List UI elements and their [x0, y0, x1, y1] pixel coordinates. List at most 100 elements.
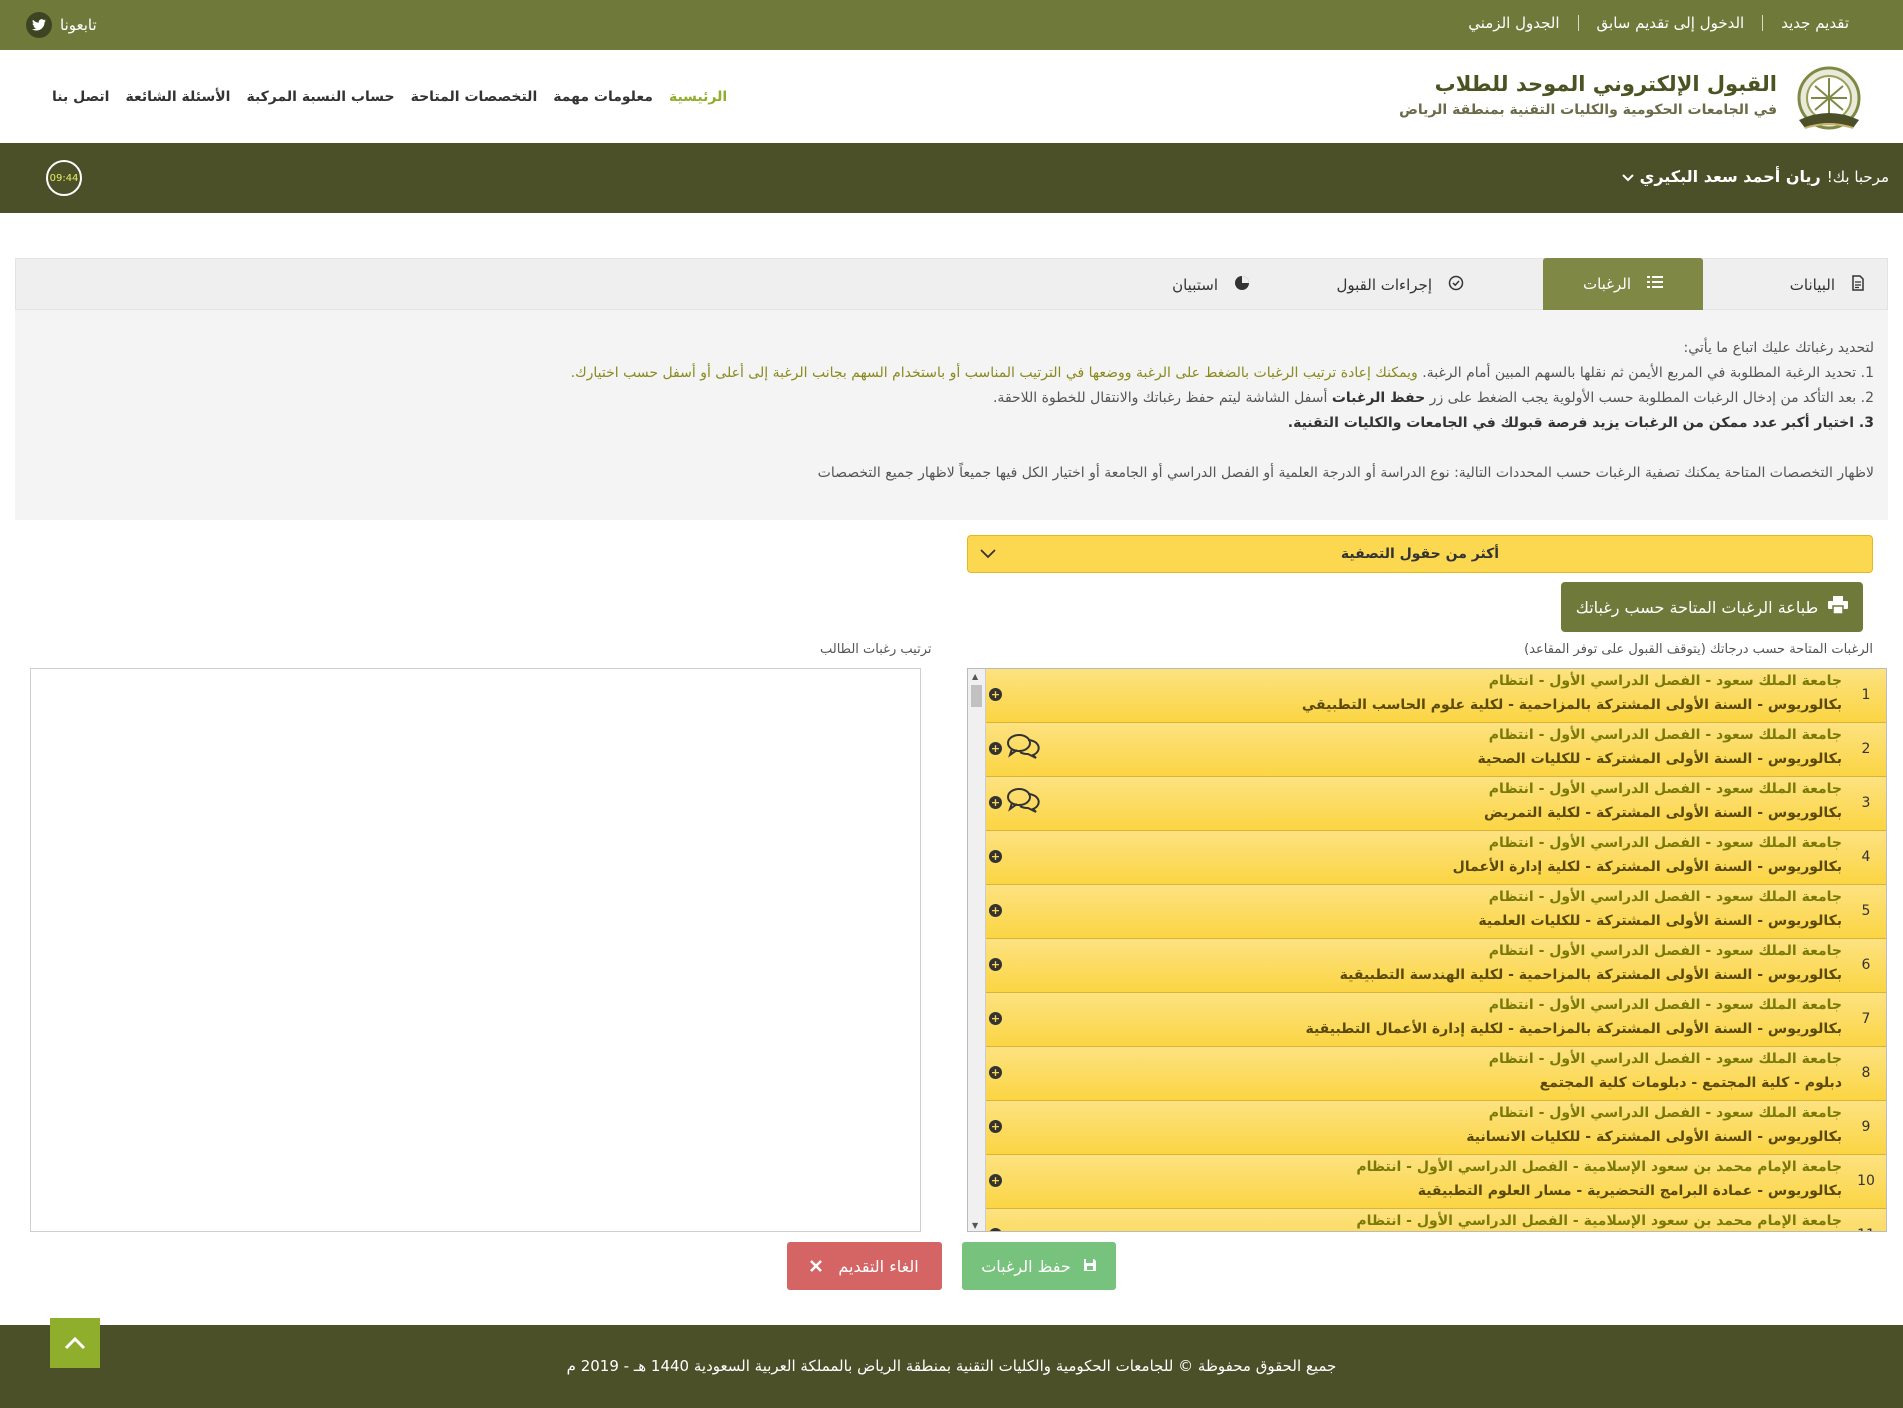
add-wish-icon[interactable]: +: [989, 1120, 1002, 1133]
wish-program: دبلوم - كلية المجتمع - دبلومات كلية المج…: [1539, 1075, 1842, 1091]
site-logo[interactable]: [1787, 62, 1871, 142]
scroll-up-icon[interactable]: ▲: [972, 672, 978, 681]
wish-number: 7: [1861, 1011, 1871, 1027]
wish-row[interactable]: 4 جامعة الملك سعود - الفصل الدراسي الأول …: [986, 831, 1886, 885]
add-wish-icon[interactable]: +: [989, 796, 1002, 809]
wish-row[interactable]: 3 جامعة الملك سعود - الفصل الدراسي الأول …: [986, 777, 1886, 831]
wish-number: 5: [1861, 903, 1871, 919]
wish-program: بكالوريوس - السنة الأولى المشتركة - لكلي…: [1484, 805, 1842, 821]
user-menu[interactable]: مرحبا بك! ريان أحمد سعد البكيري: [1621, 167, 1889, 186]
step-2-text: 2. بعد التأكد من إدخال الرغبات المطلوبة …: [1425, 390, 1874, 406]
nav-contact[interactable]: اتصل بنا: [52, 89, 109, 105]
printer-icon: [1828, 596, 1849, 618]
brand-title: القبول الإلكتروني الموحد للطلاب في الجام…: [1399, 72, 1777, 118]
list-icon: [1647, 275, 1664, 293]
site-subtitle: في الجامعات الحكومية والكليات التقنية بم…: [1399, 102, 1777, 118]
wish-university: جامعة الملك سعود - الفصل الدراسي الأول -…: [1488, 1105, 1842, 1121]
wish-row[interactable]: 10 جامعة الإمام محمد بن سعود الإسلامية - …: [986, 1155, 1886, 1209]
previous-application-link[interactable]: الدخول إلى تقديم سابق: [1597, 14, 1745, 32]
top-bar: تقديم جديد الدخول إلى تقديم سابق الجدول …: [0, 0, 1903, 50]
close-icon: [810, 1257, 823, 1276]
scrollbar-thumb[interactable]: [971, 685, 982, 707]
add-wish-icon[interactable]: +: [989, 688, 1002, 701]
add-wish-icon[interactable]: +: [989, 958, 1002, 971]
scrollbar[interactable]: ▲ ▼: [968, 669, 986, 1231]
check-circle-icon: [1448, 275, 1464, 295]
tab-admission-procedures[interactable]: إجراءات القبول: [1337, 259, 1465, 311]
new-application-link[interactable]: تقديم جديد: [1781, 14, 1849, 32]
add-wish-icon[interactable]: +: [989, 742, 1002, 755]
site-title: القبول الإلكتروني الموحد للطلاب: [1434, 72, 1777, 96]
wish-program: بكالوريوس - السنة الأولى المشتركة - لكلي…: [1452, 859, 1842, 875]
wish-number: 6: [1861, 957, 1871, 973]
wish-row[interactable]: 2 جامعة الملك سعود - الفصل الدراسي الأول …: [986, 723, 1886, 777]
wish-university: جامعة الإمام محمد بن سعود الإسلامية - ال…: [1356, 1159, 1842, 1175]
wish-program: بكالوريوس - عمادة البرامج التحضيرية - مس…: [1417, 1183, 1842, 1199]
add-wish-icon[interactable]: +: [989, 1174, 1002, 1187]
add-wish-icon[interactable]: +: [989, 1228, 1002, 1231]
add-wish-icon[interactable]: +: [989, 1012, 1002, 1025]
nav-home[interactable]: الرئيسية: [669, 89, 727, 105]
wish-row[interactable]: 8 جامعة الملك سعود - الفصل الدراسي الأول …: [986, 1047, 1886, 1101]
wish-number: 8: [1861, 1065, 1871, 1081]
wish-row[interactable]: 6 جامعة الملك سعود - الفصل الدراسي الأول …: [986, 939, 1886, 993]
save-wishes-button[interactable]: حفظ الرغبات: [962, 1242, 1116, 1290]
filter-fields-dropdown[interactable]: أكثر من حقول التصفية: [967, 535, 1873, 573]
twitter-icon[interactable]: [26, 12, 52, 38]
student-ranking-label: ترتيب رغبات الطالب: [820, 642, 932, 657]
add-wish-icon[interactable]: +: [989, 904, 1002, 917]
timeline-link[interactable]: الجدول الزمني: [1468, 14, 1559, 32]
print-wishes-button[interactable]: طباعة الرغبات المتاحة حسب رغباتك: [1561, 582, 1863, 632]
wish-university: جامعة الإمام محمد بن سعود الإسلامية - ال…: [1356, 1213, 1842, 1229]
instructions-step-1: 1. تحديد الرغبة المطلوبة في المربع الأيم…: [29, 361, 1874, 386]
back-to-top-button[interactable]: [50, 1318, 100, 1368]
wish-number: 3: [1861, 795, 1871, 811]
tab-data[interactable]: البيانات: [1790, 259, 1865, 311]
wish-row[interactable]: 11 جامعة الإمام محمد بن سعود الإسلامية - …: [986, 1209, 1886, 1231]
wish-row[interactable]: 1 جامعة الملك سعود - الفصل الدراسي الأول …: [986, 669, 1886, 723]
wish-university: جامعة الملك سعود - الفصل الدراسي الأول -…: [1488, 781, 1842, 797]
wish-program: بكالوريوس - السنة الأولى المشتركة - للكل…: [1478, 913, 1842, 929]
scroll-down-icon[interactable]: ▼: [972, 1221, 978, 1230]
wish-university: جامعة الملك سعود - الفصل الدراسي الأول -…: [1488, 943, 1842, 959]
nav-important-info[interactable]: معلومات مهمة: [553, 89, 653, 105]
tab-data-label: البيانات: [1789, 276, 1835, 294]
tab-wishes[interactable]: الرغبات: [1543, 258, 1703, 310]
add-wish-icon[interactable]: +: [989, 1066, 1002, 1079]
step-2-rest: أسفل الشاشة ليتم حفظ رغباتك والانتقال لل…: [992, 390, 1332, 406]
save-wishes-label: حفظ الرغبات: [981, 1256, 1071, 1276]
tab-wishes-label: الرغبات: [1582, 275, 1632, 293]
wish-rows: 1 جامعة الملك سعود - الفصل الدراسي الأول …: [986, 669, 1886, 1231]
instructions-step-3: 3. اختيار أكبر عدد ممكن من الرغبات يزيد …: [1287, 415, 1874, 431]
student-ranking-list[interactable]: [30, 668, 921, 1232]
cancel-application-button[interactable]: الغاء التقديم: [787, 1242, 942, 1290]
add-wish-icon[interactable]: +: [989, 850, 1002, 863]
wish-number: 11: [1854, 1227, 1878, 1231]
main-nav: الرئيسية معلومات مهمة التخصصات المتاحة ح…: [52, 89, 727, 105]
nav-composite-score[interactable]: حساب النسبة المركبة: [246, 89, 394, 105]
user-name: ريان أحمد سعد البكيري: [1639, 167, 1821, 186]
wish-number: 9: [1861, 1119, 1871, 1135]
chat-bubbles-icon[interactable]: [1006, 733, 1040, 766]
tab-admission-label: إجراءات القبول: [1336, 276, 1433, 294]
instructions-step-2: 2. بعد التأكد من إدخال الرغبات المطلوبة …: [29, 386, 1874, 411]
tab-survey-label: استبيان: [1172, 276, 1218, 294]
tab-survey[interactable]: استبيان: [1172, 259, 1250, 311]
pie-chart-icon: [1234, 275, 1250, 295]
wish-row[interactable]: 7 جامعة الملك سعود - الفصل الدراسي الأول …: [986, 993, 1886, 1047]
chevron-down-icon[interactable]: [1621, 168, 1634, 186]
chevron-up-icon: [64, 1336, 86, 1350]
wish-number: 4: [1861, 849, 1871, 865]
nav-available-majors[interactable]: التخصصات المتاحة: [411, 89, 538, 105]
wish-program: بكالوريوس - السنة الأولى المشتركة بالمزا…: [1339, 967, 1842, 983]
available-wishes-list[interactable]: ▲ ▼ 1 جامعة الملك سعود - الفصل الدراسي ال…: [967, 668, 1887, 1232]
wish-number: 10: [1857, 1173, 1875, 1189]
wish-row[interactable]: 5 جامعة الملك سعود - الفصل الدراسي الأول …: [986, 885, 1886, 939]
top-links: تقديم جديد الدخول إلى تقديم سابق الجدول …: [1468, 14, 1849, 32]
nav-faq[interactable]: الأسئلة الشائعة: [125, 89, 230, 105]
wish-program: بكالوريوس - السنة الأولى المشتركة - للكل…: [1466, 1129, 1842, 1145]
follow-us[interactable]: تابعونا: [26, 12, 97, 38]
chat-bubbles-icon[interactable]: [1006, 787, 1040, 820]
wish-row[interactable]: 9 جامعة الملك سعود - الفصل الدراسي الأول …: [986, 1101, 1886, 1155]
wish-program: بكالوريوس - السنة الأولى المشتركة بالمزا…: [1305, 1021, 1842, 1037]
